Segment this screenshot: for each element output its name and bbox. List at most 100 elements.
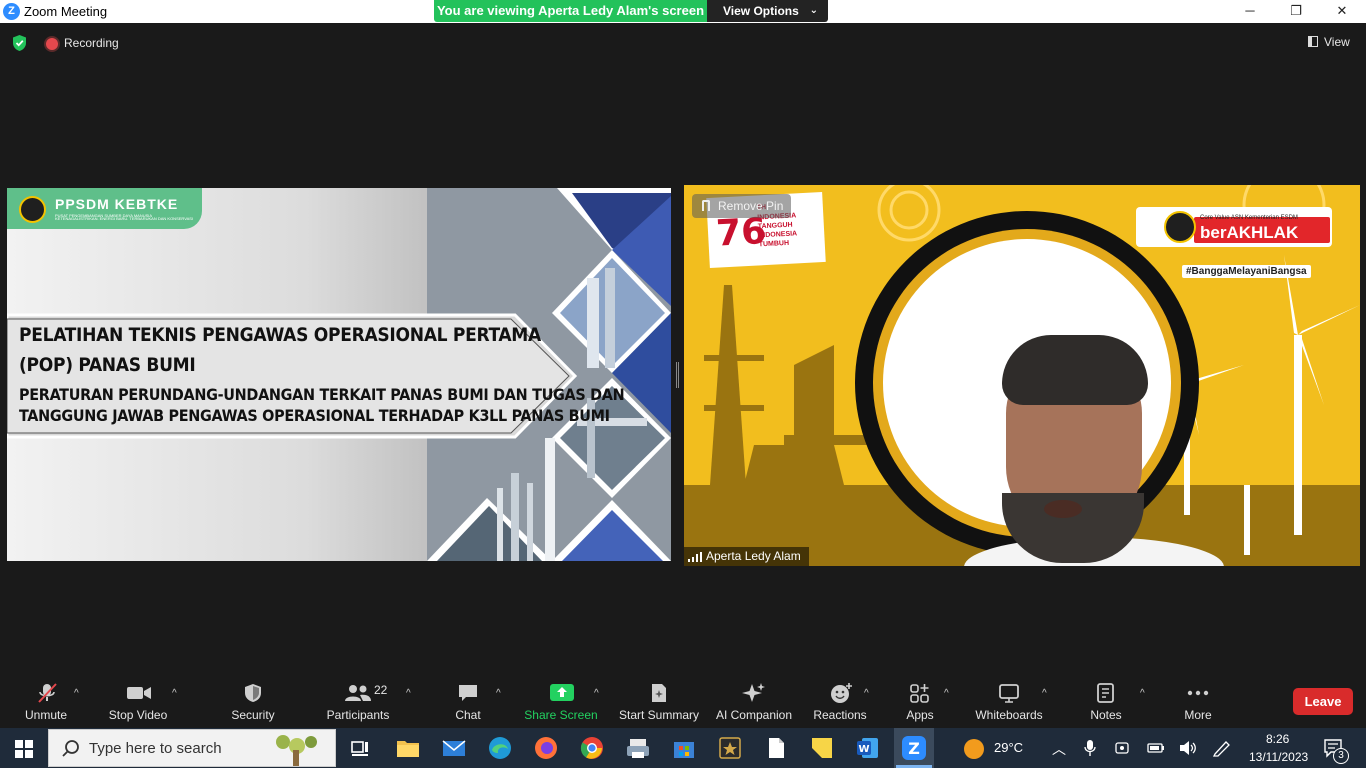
signal-strength-icon [688, 552, 702, 562]
apps-icon [910, 684, 929, 703]
more-button[interactable]: More [1178, 676, 1218, 728]
slide-org-subtitle: PUSAT PENGEMBANGAN SUMBER DAYA MANUSIA K… [55, 214, 194, 220]
summary-document-icon [652, 684, 666, 702]
pin-icon [702, 200, 710, 211]
task-view-icon[interactable] [346, 734, 374, 762]
participants-options-caret[interactable]: ^ [406, 688, 411, 699]
slide-org-badge: PPSDM KEBTKE PUSAT PENGEMBANGAN SUMBER D… [7, 188, 202, 229]
weather-sun-icon[interactable] [962, 737, 986, 761]
microphone-muted-icon [38, 683, 57, 703]
weather-temperature[interactable]: 29°C [994, 740, 1023, 755]
printer-app-icon[interactable] [624, 734, 652, 762]
microsoft-store-icon[interactable] [670, 734, 698, 762]
chat-bubble-icon [459, 685, 477, 701]
battery-icon[interactable] [1146, 740, 1166, 756]
view-options-label: View Options [723, 4, 799, 18]
window-title: Zoom Meeting [24, 4, 108, 19]
taskbar-search-box[interactable]: Type here to search [48, 729, 336, 767]
unmute-label: Unmute [24, 708, 68, 722]
participant-mouth [1044, 500, 1082, 518]
participants-button[interactable]: 22 Participants [322, 676, 394, 728]
shared-screen[interactable]: PPSDM KEBTKE PUSAT PENGEMBANGAN SUMBER D… [7, 188, 671, 561]
remove-pin-button[interactable]: Remove Pin [692, 194, 791, 218]
unmute-button[interactable]: Unmute [20, 676, 72, 728]
slide-title-line-2: (POP) PANAS BUMI [19, 354, 196, 376]
camera-tray-icon[interactable] [1114, 739, 1132, 757]
participant-video[interactable]: 76 TH INDONESIA TANGGUH INDONESIA TUMBUH… [684, 185, 1360, 566]
notes-button[interactable]: Notes [1086, 676, 1126, 728]
split-view-divider-handle[interactable] [676, 362, 679, 388]
start-summary-button[interactable]: Start Summary [618, 676, 700, 728]
hashtag-label: #BanggaMelayaniBangsa [1182, 265, 1311, 278]
video-camera-icon [127, 687, 151, 699]
search-highlight-graphic [276, 735, 317, 766]
windows-start-icon[interactable] [0, 728, 48, 768]
edge-browser-icon[interactable] [486, 734, 514, 762]
viewing-banner: You are viewing Aperta Ledy Alam's scree… [434, 0, 707, 22]
encryption-shield-icon[interactable] [11, 34, 28, 52]
clock-date[interactable]: 13/11/2023 [1249, 750, 1308, 764]
participant-name-tag: Aperta Ledy Alam [684, 547, 809, 566]
notification-count-badge: 3 [1333, 748, 1349, 764]
firefox-icon[interactable] [532, 734, 560, 762]
whiteboards-label: Whiteboards [975, 708, 1043, 722]
berakhlak-title: berAKHLAK [1200, 223, 1299, 242]
participant-name: Aperta Ledy Alam [706, 549, 801, 563]
volume-icon[interactable] [1178, 739, 1198, 757]
slide-subtitle-line-2: TANGGUNG JAWAB PENGAWAS OPERASIONAL TERH… [19, 406, 610, 425]
security-button[interactable]: Security [226, 676, 280, 728]
file-explorer-icon[interactable] [394, 734, 422, 762]
notes-icon [1097, 683, 1114, 703]
participants-icon [345, 685, 371, 701]
smiley-icon [831, 683, 852, 703]
berakhlak-subtitle: Core Value ASN Kementerian ESDM [1200, 215, 1298, 221]
share-options-caret[interactable]: ^ [594, 688, 599, 699]
reactions-button[interactable]: Reactions [812, 676, 868, 728]
whiteboards-options-caret[interactable]: ^ [1042, 688, 1047, 699]
share-screen-icon [550, 684, 574, 701]
ai-sparkle-icon [742, 683, 765, 702]
zoom-logo-icon: Z [3, 3, 20, 20]
view-options-button[interactable]: View Options ⌄ [707, 0, 828, 22]
apps-button[interactable]: Apps [900, 676, 940, 728]
chevron-up-icon[interactable]: ︿ [1052, 739, 1066, 759]
recording-label[interactable]: Recording [64, 36, 119, 50]
close-button[interactable]: ✕ [1319, 0, 1365, 23]
stop-video-label: Stop Video [108, 708, 168, 722]
audio-options-caret[interactable]: ^ [74, 688, 79, 699]
notes-options-caret[interactable]: ^ [1140, 688, 1145, 699]
notes-label: Notes [1090, 708, 1122, 722]
apps-label: Apps [906, 708, 934, 722]
chrome-icon[interactable] [578, 734, 606, 762]
video-options-caret[interactable]: ^ [172, 688, 177, 699]
ai-companion-button[interactable]: AI Companion [714, 676, 794, 728]
zoom-app-icon[interactable]: Z [900, 734, 928, 762]
whiteboard-icon [999, 684, 1019, 703]
chat-button[interactable]: Chat [448, 676, 488, 728]
microphone-tray-icon[interactable] [1084, 739, 1096, 757]
esdm-logo-icon [19, 196, 46, 223]
media-app-icon[interactable] [716, 734, 744, 762]
mail-icon[interactable] [440, 734, 468, 762]
share-screen-button[interactable]: Share Screen [524, 676, 598, 728]
recording-icon [46, 38, 58, 50]
chevron-down-icon: ⌄ [809, 5, 818, 16]
document-icon[interactable] [762, 734, 790, 762]
view-label: View [1324, 35, 1350, 49]
chat-options-caret[interactable]: ^ [496, 688, 501, 699]
minimize-button[interactable]: ─ [1227, 0, 1273, 23]
view-button[interactable]: View [1308, 35, 1350, 49]
word-icon[interactable]: W [854, 734, 882, 762]
clock-time[interactable]: 8:26 [1266, 732, 1289, 746]
apps-options-caret[interactable]: ^ [944, 688, 949, 699]
stop-video-button[interactable]: Stop Video [104, 676, 172, 728]
leave-button[interactable]: Leave [1293, 688, 1353, 715]
whiteboards-button[interactable]: Whiteboards [974, 676, 1044, 728]
slide-org-name: PPSDM KEBTKE [55, 196, 179, 212]
pen-tray-icon[interactable] [1212, 739, 1232, 757]
start-summary-label: Start Summary [618, 708, 699, 722]
restore-button[interactable]: ❐ [1273, 0, 1319, 23]
participants-label: Participants [326, 708, 390, 722]
sticky-notes-icon[interactable] [808, 734, 836, 762]
reactions-options-caret[interactable]: ^ [864, 688, 869, 699]
